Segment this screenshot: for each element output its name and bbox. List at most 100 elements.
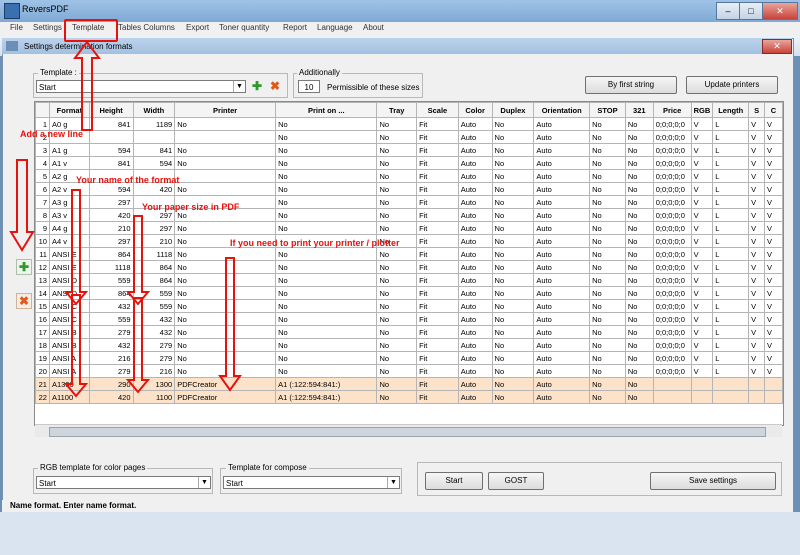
table-cell[interactable]: No [624,117,654,131]
table-cell[interactable]: 0;0;0;0;0 [652,169,692,183]
table-cell[interactable]: No [376,286,418,300]
table-cell[interactable]: No [589,169,626,183]
table-cell[interactable]: No [174,182,277,196]
table-cell[interactable]: No [275,325,378,339]
table-cell[interactable]: No [174,286,277,300]
table-cell[interactable]: No [376,273,418,287]
table-cell[interactable]: Auto [533,169,591,183]
table-cell[interactable]: No [589,195,626,209]
start-button[interactable]: Start [425,472,483,490]
table-cell[interactable]: Fit [416,273,459,287]
table-cell[interactable]: No [376,325,418,339]
table-cell[interactable]: No [491,130,535,144]
table-cell[interactable]: 16 [35,312,50,326]
table-row[interactable]: 2 No No Fit Auto No Auto No No 0;0;0;0;0 V L V V [35,130,783,144]
table-cell[interactable]: 432 [132,325,176,339]
table-cell[interactable]: No [624,221,654,235]
table-cell[interactable]: Fit [416,169,459,183]
table-cell[interactable]: 14 [35,286,50,300]
table-cell[interactable]: No [376,247,418,261]
table-cell[interactable]: A1 (:122:594:841:) [275,377,378,391]
table-row[interactable]: 10 A4 v 297 210 No No Fit Auto No Auto No No 0;0;0;0… [35,234,783,248]
table-cell[interactable]: No [376,182,418,196]
compose-combo[interactable]: Start ▼ [223,476,400,489]
add-line-plus-icon[interactable]: ✚ [16,259,32,275]
table-cell[interactable]: No [589,286,626,300]
table-row[interactable]: 12 ANSI E 1118 864 No No No Fit Auto No Auto No No 0;… [35,260,783,274]
table-cell[interactable]: No [174,312,277,326]
table-row[interactable]: 17 ANSI B 279 432 No No No Fit Auto No Auto No No 0;0… [35,325,783,339]
rgb-combo[interactable]: Start ▼ [36,476,211,489]
table-cell[interactable]: 864 [132,273,176,287]
table-cell[interactable]: 297 [88,234,134,248]
table-cell[interactable]: L [712,208,750,222]
column-header[interactable]: Width [132,102,176,118]
table-cell[interactable]: ANSI E [48,247,90,261]
table-cell[interactable]: V [690,351,714,365]
table-cell[interactable]: No [491,364,535,378]
table-cell[interactable]: 1189 [132,117,176,131]
table-cell[interactable]: Auto [533,377,591,391]
table-cell[interactable]: A3 g [48,195,90,209]
table-cell[interactable]: 559 [132,299,176,313]
maximize-button[interactable]: □ [739,2,763,20]
table-cell[interactable]: No [491,143,535,157]
table-cell[interactable]: ANSI A [48,364,90,378]
table-cell[interactable]: 216 [132,364,176,378]
table-cell[interactable]: 0;0;0;0;0 [652,234,692,248]
table-cell[interactable] [748,390,766,404]
table-cell[interactable]: No [174,325,277,339]
table-cell[interactable]: Fit [416,221,459,235]
table-cell[interactable] [764,390,783,404]
table-cell[interactable]: No [589,338,626,352]
menu-file[interactable]: File [10,23,23,32]
table-cell[interactable]: Auto [457,156,493,170]
table-cell[interactable]: V [748,260,766,274]
table-cell[interactable]: V [764,351,783,365]
table-cell[interactable]: No [624,299,654,313]
plus-icon[interactable]: ✚ [250,79,264,93]
table-cell[interactable]: No [275,169,378,183]
table-cell[interactable]: 22 [35,390,50,404]
table-cell[interactable]: ANSI C [48,299,90,313]
table-cell[interactable]: No [376,364,418,378]
column-header[interactable]: Color [457,102,493,118]
table-row[interactable]: 3 A1 g 594 841 No No No Fit Auto No Auto No No 0;0;0;… [35,143,783,157]
table-cell[interactable]: No [589,156,626,170]
table-cell[interactable]: No [589,312,626,326]
table-cell[interactable]: Auto [457,208,493,222]
table-row[interactable]: 18 ANSI B 432 279 No No No Fit Auto No Auto No No 0;0… [35,338,783,352]
table-cell[interactable]: V [748,338,766,352]
table-cell[interactable]: No [275,247,378,261]
table-row[interactable]: 1 A0 g 841 1189 No No No Fit Auto No Auto No No 0;0;0… [35,117,783,131]
table-cell[interactable]: L [712,338,750,352]
table-cell[interactable]: V [690,338,714,352]
table-cell[interactable]: Auto [533,260,591,274]
table-cell[interactable]: No [491,377,535,391]
table-cell[interactable]: No [275,130,378,144]
table-cell[interactable]: 0;0;0;0;0 [652,260,692,274]
column-header[interactable]: Printer [174,102,277,118]
table-cell[interactable]: No [376,351,418,365]
table-cell[interactable]: Auto [533,143,591,157]
table-cell[interactable]: No [624,312,654,326]
table-cell[interactable]: No [376,208,418,222]
table-cell[interactable]: 279 [88,364,134,378]
menu-settings[interactable]: Settings [33,23,62,32]
table-cell[interactable]: V [748,273,766,287]
table-row[interactable]: 21 A1300 290 1300 PDFCreator A1 (:122:594:841… [35,377,783,391]
table-cell[interactable]: Auto [457,182,493,196]
table-cell[interactable]: Fit [416,351,459,365]
table-cell[interactable]: Auto [533,117,591,131]
column-header[interactable]: RGB [690,102,714,118]
table-cell[interactable]: 0;0;0;0;0 [652,143,692,157]
table-cell[interactable]: No [624,156,654,170]
table-cell[interactable]: No [491,312,535,326]
table-cell[interactable]: 8 [35,208,50,222]
table-cell[interactable]: No [491,273,535,287]
table-cell[interactable]: 0;0;0;0;0 [652,312,692,326]
table-cell[interactable]: 290 [88,377,134,391]
table-cell[interactable]: No [275,260,378,274]
table-cell[interactable]: A1100 [48,390,90,404]
table-cell[interactable]: 13 [35,273,50,287]
